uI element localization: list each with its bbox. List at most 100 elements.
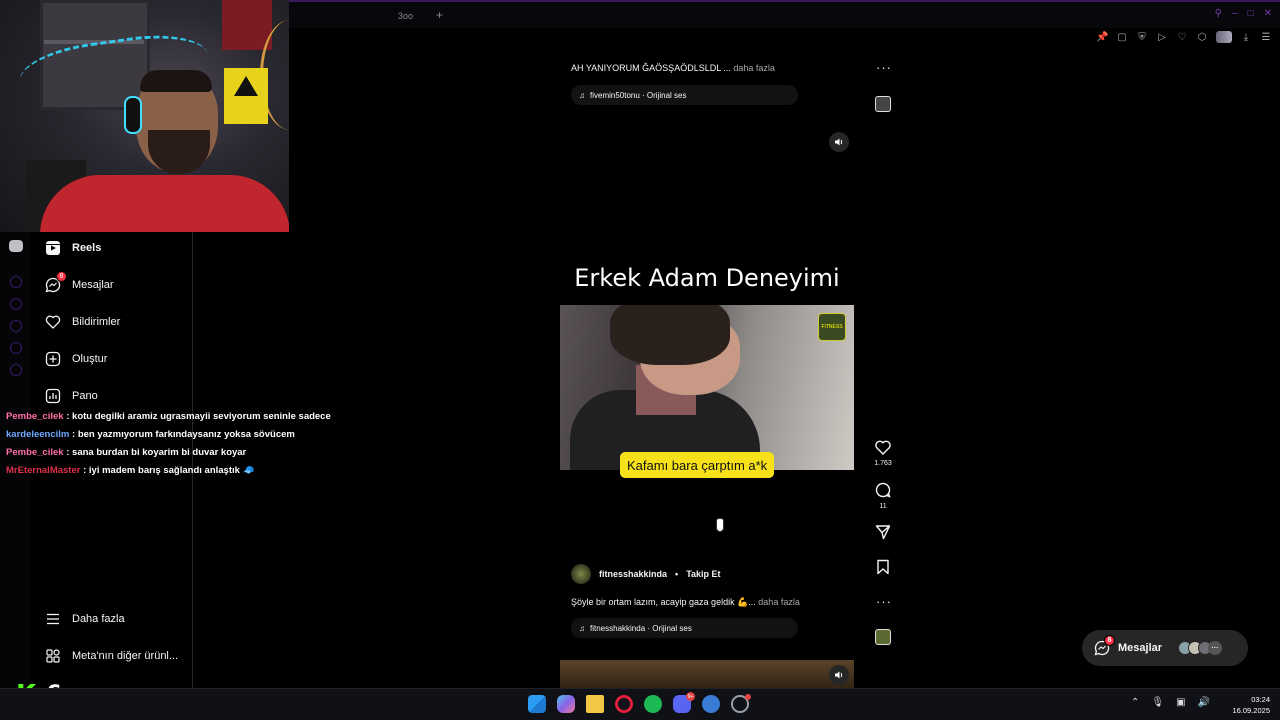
speaker-icon <box>835 138 843 146</box>
webcam-overlay <box>0 0 289 232</box>
reel-video[interactable]: FITNESS <box>560 305 854 470</box>
author-avatar[interactable] <box>571 564 591 584</box>
menu-icon[interactable]: ☰ <box>1260 32 1272 43</box>
sidebar-item-notifications[interactable]: Bildirimler <box>44 310 120 334</box>
profile-icon[interactable] <box>1216 31 1232 43</box>
new-tab-button[interactable]: + <box>436 8 443 22</box>
chat-username: Pembe_cilek <box>6 447 64 458</box>
send-icon <box>875 525 891 540</box>
reel-more-icon[interactable]: ··· <box>876 594 892 609</box>
shield-icon[interactable]: ⛨ <box>1136 32 1148 43</box>
search-icon[interactable]: ⚲ <box>1215 8 1222 19</box>
settings-icon[interactable] <box>731 694 751 713</box>
like-button[interactable]: 1.763 <box>872 440 894 467</box>
more-link[interactable]: daha fazla <box>733 63 775 73</box>
next-reel-mute-button[interactable] <box>829 665 849 685</box>
chart-icon <box>44 387 62 405</box>
chat-text: sana burdan bi koyarim bi duvar koyar <box>72 447 247 458</box>
messages-badge: 8 <box>56 271 67 282</box>
windows-start-icon[interactable] <box>528 695 546 713</box>
copilot-icon[interactable] <box>557 695 575 713</box>
play-icon[interactable]: ▷ <box>1156 32 1168 43</box>
prev-reel-audio-thumb[interactable] <box>875 96 891 112</box>
microphone-icon[interactable]: 🎙 <box>1151 697 1164 708</box>
tab-label: 3oo <box>398 11 414 21</box>
prev-reel-audio[interactable]: ♫ fivemin50tonu · Orijinal ses <box>571 85 798 105</box>
stream-chat-overlay: Pembe_cilek : kotu degilki aramiz ugrasm… <box>6 408 336 480</box>
rail-clock-icon[interactable] <box>10 298 22 310</box>
file-explorer-icon[interactable] <box>586 695 604 713</box>
prev-reel-more-icon[interactable]: ··· <box>876 60 892 75</box>
save-button[interactable] <box>872 559 894 580</box>
rail-settings-icon[interactable] <box>10 364 22 376</box>
chat-text: iyi madem barış sağlandı anlaştık <box>88 465 240 476</box>
heart-icon <box>44 313 62 331</box>
messenger-icon: 8 <box>44 271 67 294</box>
pin-icon[interactable]: 📌 <box>1096 32 1108 43</box>
screenshot-icon[interactable]: ▢ <box>1116 32 1128 43</box>
messages-pill[interactable]: 8 Mesajlar ··· <box>1082 630 1248 666</box>
video-hair <box>610 305 730 365</box>
close-icon[interactable]: ✕ <box>1264 8 1272 19</box>
sidebar-item-label: Mesajlar <box>72 279 114 291</box>
prev-reel-caption[interactable]: AH YANIYORUM ĞAÖSŞAÖDLSLDL ... daha fazl… <box>571 63 775 73</box>
sidebar-item-reels[interactable]: Reels <box>44 236 101 260</box>
discord-icon[interactable] <box>9 240 23 252</box>
window-controls: ⚲ – □ ✕ <box>1215 8 1272 19</box>
channel-logo: FITNESS <box>818 313 846 341</box>
rail-chat-icon[interactable] <box>10 342 22 354</box>
opera-gx-icon[interactable] <box>615 695 633 713</box>
prev-reel-mute-button[interactable] <box>829 132 849 152</box>
reel-audio-thumb[interactable] <box>875 629 891 645</box>
share-button[interactable] <box>872 524 894 545</box>
app-icon[interactable] <box>702 695 720 713</box>
warning-sign <box>224 68 268 124</box>
reel-caption[interactable]: Şöyle bir ortam lazım, acayip gaza geldi… <box>571 597 800 608</box>
minimize-icon[interactable]: – <box>1232 8 1238 19</box>
reels-icon <box>44 239 62 257</box>
download-icon[interactable]: ⤓ <box>1240 32 1252 43</box>
sidebar-item-messages[interactable]: 8 Mesajlar <box>44 271 114 297</box>
notification-dot <box>745 694 751 700</box>
sidebar-item-label: Daha fazla <box>72 613 125 625</box>
chat-message: kardeleencilm : ben yazmıyorum farkınday… <box>6 429 295 440</box>
meta-apps-icon <box>44 647 62 665</box>
display-icon[interactable]: ▣ <box>1176 697 1185 708</box>
reel-audio[interactable]: ♫ fitnesshakkinda · Orijinal ses <box>571 618 798 638</box>
follow-button[interactable]: Takip Et <box>686 569 720 579</box>
discord-badge: 9+ <box>686 692 695 701</box>
like-count: 1.763 <box>874 460 892 467</box>
system-tray: ⌃ 🎙 ▣ 🔊 <box>1131 697 1210 708</box>
streamer-body <box>40 175 289 232</box>
maximize-icon[interactable]: □ <box>1248 8 1254 19</box>
sidebar-item-create[interactable]: Oluştur <box>44 347 107 371</box>
browser-toolbar: 📌 ▢ ⛨ ▷ ♡ ⬡ ⤓ ☰ <box>1096 30 1272 44</box>
more-link[interactable]: daha fazla <box>758 597 800 607</box>
chevron-up-icon[interactable]: ⌃ <box>1131 697 1139 708</box>
speaker-icon <box>835 671 843 679</box>
rail-download-icon[interactable] <box>10 320 22 332</box>
rail-dot-icon[interactable] <box>10 276 22 288</box>
caption-text: AH YANIYORUM ĞAÖSŞAÖDLSLDL ... <box>571 63 731 73</box>
sidebar-item-more[interactable]: Daha fazla <box>44 607 125 631</box>
spotify-icon[interactable] <box>644 695 662 713</box>
comment-button[interactable]: 11 <box>872 482 894 510</box>
clock-date: 16.09.2025 <box>1232 706 1270 715</box>
chat-text: ben yazmıyorum farkındaysanız yoksa sövü… <box>77 429 295 440</box>
volume-icon[interactable]: 🔊 <box>1198 697 1210 708</box>
chat-username: MrEternalMaster <box>6 465 81 476</box>
taskbar-clock[interactable]: 03:24 16.09.2025 <box>1232 694 1270 716</box>
author-name[interactable]: fitnesshakkinda <box>599 569 667 579</box>
sidebar-item-meta-apps[interactable]: Meta'nın diğer ürünl... <box>44 644 178 668</box>
next-reel-preview[interactable] <box>560 660 854 690</box>
taskbar-apps: 9+ <box>528 692 751 713</box>
warning-icon <box>234 76 258 96</box>
sidebar-item-dashboard[interactable]: Pano <box>44 384 98 408</box>
discord-icon[interactable]: 9+ <box>673 692 695 713</box>
chat-username: Pembe_cilek <box>6 411 64 422</box>
sidebar-item-label: Oluştur <box>72 353 108 365</box>
extensions-icon[interactable]: ⬡ <box>1196 32 1208 43</box>
browser-tab[interactable]: 3oo <box>398 6 432 26</box>
hamburger-icon <box>44 610 62 628</box>
heart-icon[interactable]: ♡ <box>1176 32 1188 43</box>
